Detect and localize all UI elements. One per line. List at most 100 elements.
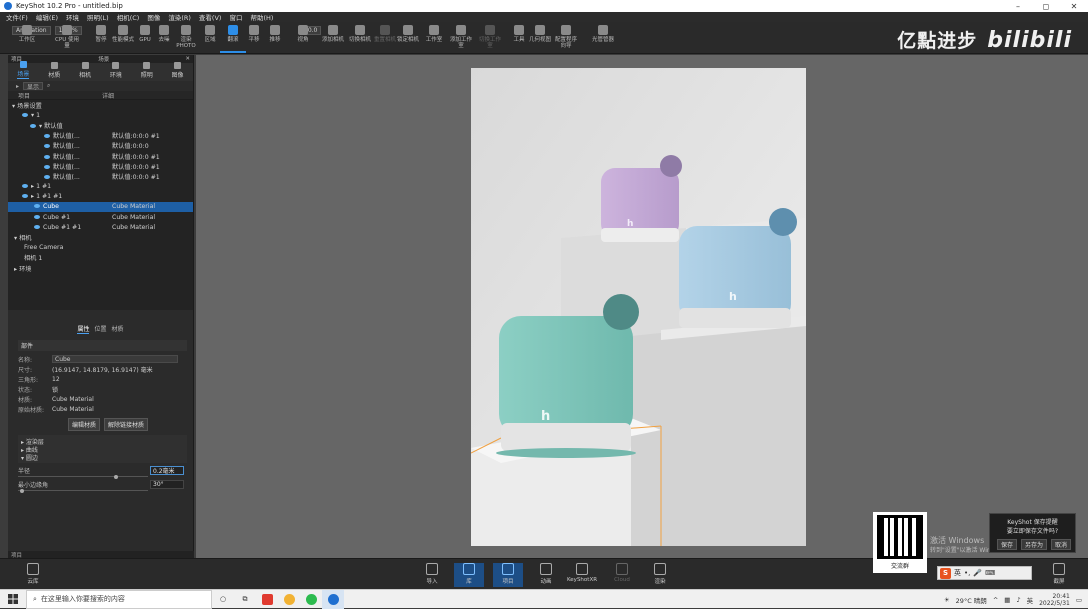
toolbar-button[interactable]: 切换相机 (347, 25, 373, 53)
toolbar-button[interactable]: 锁定相机 (395, 25, 421, 53)
dialog-button[interactable]: 取消 (1050, 539, 1071, 550)
windows-start-icon[interactable] (0, 590, 26, 609)
menu-item[interactable]: 窗口 (229, 12, 242, 22)
min-edge-angle-slider[interactable] (18, 490, 148, 491)
toolbar-button[interactable]: 推移 (262, 25, 288, 53)
bottom-ribbon-button[interactable]: 渲染 (645, 563, 675, 587)
dialog-button[interactable]: 保存 (996, 539, 1017, 550)
wps-icon[interactable] (256, 590, 278, 609)
visibility-eye-icon[interactable] (34, 224, 40, 229)
bottom-ribbon-button[interactable]: 截屏 (1044, 563, 1074, 587)
min-edge-angle-slider-handle[interactable] (20, 489, 24, 493)
tree-row[interactable]: 默认值(... 默认值:0:0:0 #1 (8, 171, 193, 181)
name-input[interactable]: Cube (52, 355, 178, 363)
property-tab[interactable]: 材质 (112, 324, 124, 334)
chrome-icon[interactable] (278, 590, 300, 609)
panel-close-icon[interactable]: ✕ (185, 56, 190, 62)
toolbar-button[interactable]: 添加工作室 (448, 25, 474, 53)
toolbar-button[interactable]: 视角 (290, 25, 316, 53)
menu-item[interactable]: 查看(V) (199, 12, 222, 22)
tree-row[interactable]: ▾ 场景设置 (8, 100, 193, 110)
toolbar-button[interactable]: 渲染 PHOTO (173, 25, 199, 53)
panel-tab[interactable]: 材质 (48, 62, 60, 79)
menu-item[interactable]: 文件(F) (6, 12, 28, 22)
tree-row[interactable]: ▸ 1 #1 (8, 182, 193, 192)
tree-row[interactable]: 默认值(... 默认值:0:0:0 #1 (8, 131, 193, 141)
menu-item[interactable]: 渲染(R) (168, 12, 191, 22)
sogou-icon[interactable]: S (940, 567, 951, 579)
collapsible-section[interactable]: ▸ 渲染层 (21, 437, 184, 446)
visibility-eye-icon[interactable] (34, 214, 40, 219)
toolbar-button[interactable]: 工作区 (14, 25, 40, 53)
property-tab[interactable]: 属性 (77, 324, 90, 334)
punctuation-icon[interactable]: •, (964, 569, 970, 577)
visibility-eye-icon[interactable] (44, 134, 50, 139)
collapsible-section[interactable]: ▸ 曲线 (21, 445, 184, 454)
tree-row[interactable]: Free Camera (8, 243, 193, 253)
toolbar-button[interactable]: 光管管器 (590, 25, 616, 53)
keyboard-icon[interactable]: ⌨ (985, 569, 995, 577)
bottom-ribbon-button[interactable]: 导入 (417, 563, 447, 587)
menu-item[interactable]: 照明(L) (87, 12, 109, 22)
panel-tab[interactable]: 照明 (141, 62, 153, 79)
visibility-eye-icon[interactable] (22, 112, 28, 117)
unlink-material-button[interactable]: 解除链接材质 (104, 418, 149, 431)
maximize-button[interactable]: ◻ (1032, 0, 1060, 12)
toolbar-button[interactable]: 添加相机 (320, 25, 346, 53)
toolbar-button[interactable]: 切换工作室 (477, 25, 503, 53)
tree-row[interactable]: ▸ 1 #1 #1 (8, 192, 193, 202)
bottom-ribbon-button[interactable]: 库 (454, 563, 484, 587)
min-edge-angle-input[interactable]: 30° (150, 479, 184, 489)
ime-tray-icon[interactable]: 英 (1027, 595, 1034, 605)
visibility-eye-icon[interactable] (30, 123, 36, 128)
visibility-eye-icon[interactable] (44, 154, 50, 159)
collapsible-section[interactable]: ▾ 圆边 (21, 453, 184, 462)
bottom-ribbon-button[interactable]: 项目 (493, 563, 523, 587)
bottom-ribbon-button[interactable]: Cloud (607, 563, 637, 587)
visibility-eye-icon[interactable] (22, 184, 28, 189)
tree-row[interactable]: 默认值(... 默认值:0:0:0 #1 (8, 151, 193, 161)
minimize-button[interactable]: – (1004, 0, 1032, 12)
radius-input[interactable]: 0.2毫米 (150, 465, 184, 475)
ime-mode[interactable]: 英 (954, 568, 961, 578)
panel-tab[interactable]: 场景 (17, 61, 30, 79)
cortana-icon[interactable]: ○ (212, 590, 234, 609)
weather-text[interactable]: 29°C 晴朗 (956, 595, 987, 605)
weather-icon[interactable]: ☀ (944, 596, 950, 604)
visibility-eye-icon[interactable] (44, 164, 50, 169)
tree-row[interactable]: Cube #1 #1 Cube Material (8, 222, 193, 232)
panel-tab[interactable]: 相机 (79, 62, 91, 79)
visibility-eye-icon[interactable] (22, 194, 28, 199)
volume-icon[interactable]: ♪ (1016, 596, 1020, 604)
toolbar-button[interactable]: 工作室 (421, 25, 447, 53)
menu-item[interactable]: 环境 (66, 12, 79, 22)
toolbar-button[interactable]: 配置程序向导 (553, 25, 579, 53)
network-icon[interactable]: ▦ (1004, 596, 1010, 604)
visibility-eye-icon[interactable] (34, 204, 40, 209)
edit-material-button[interactable]: 编辑材质 (68, 418, 101, 431)
taskbar-search[interactable]: ⌕ 在这里输入你要搜索的内容 (26, 589, 212, 609)
bottom-ribbon-button[interactable]: KeyShotXR (567, 563, 597, 587)
property-tab[interactable]: 位置 (94, 324, 106, 334)
tray-arrow-icon[interactable]: ^ (993, 596, 998, 604)
render-viewport[interactable]: h h h (196, 55, 1088, 558)
dialog-button[interactable]: 另存为 (1020, 539, 1047, 550)
task-view-icon[interactable]: ⧉ (234, 590, 256, 609)
expand-icon[interactable]: ▸ (16, 83, 19, 90)
visibility-eye-icon[interactable] (44, 144, 50, 149)
bottom-ribbon-button[interactable]: 云库 (18, 563, 48, 587)
render-canvas[interactable]: h h h (471, 68, 806, 546)
search-icon[interactable]: ⌕ (47, 82, 50, 90)
tree-row[interactable]: 默认值(... 默认值:0:0:0 #1 (8, 161, 193, 171)
tree-row[interactable]: ▾ 相机 (8, 232, 193, 242)
menu-item[interactable]: 图像 (147, 12, 160, 22)
menu-item[interactable]: 相机(C) (117, 12, 140, 22)
panel-tab[interactable]: 图像 (172, 62, 184, 79)
close-button[interactable]: ✕ (1060, 0, 1088, 12)
clock[interactable]: 20:41 2022/5/31 (1039, 593, 1070, 607)
filter-dropdown[interactable]: 显示 (23, 82, 44, 91)
panel-tab[interactable]: 环境 (110, 62, 122, 79)
tree-row[interactable]: ▾ 默认值 (8, 120, 193, 130)
menu-item[interactable]: 编辑(E) (36, 12, 58, 22)
menu-item[interactable]: 帮助(H) (250, 12, 273, 22)
